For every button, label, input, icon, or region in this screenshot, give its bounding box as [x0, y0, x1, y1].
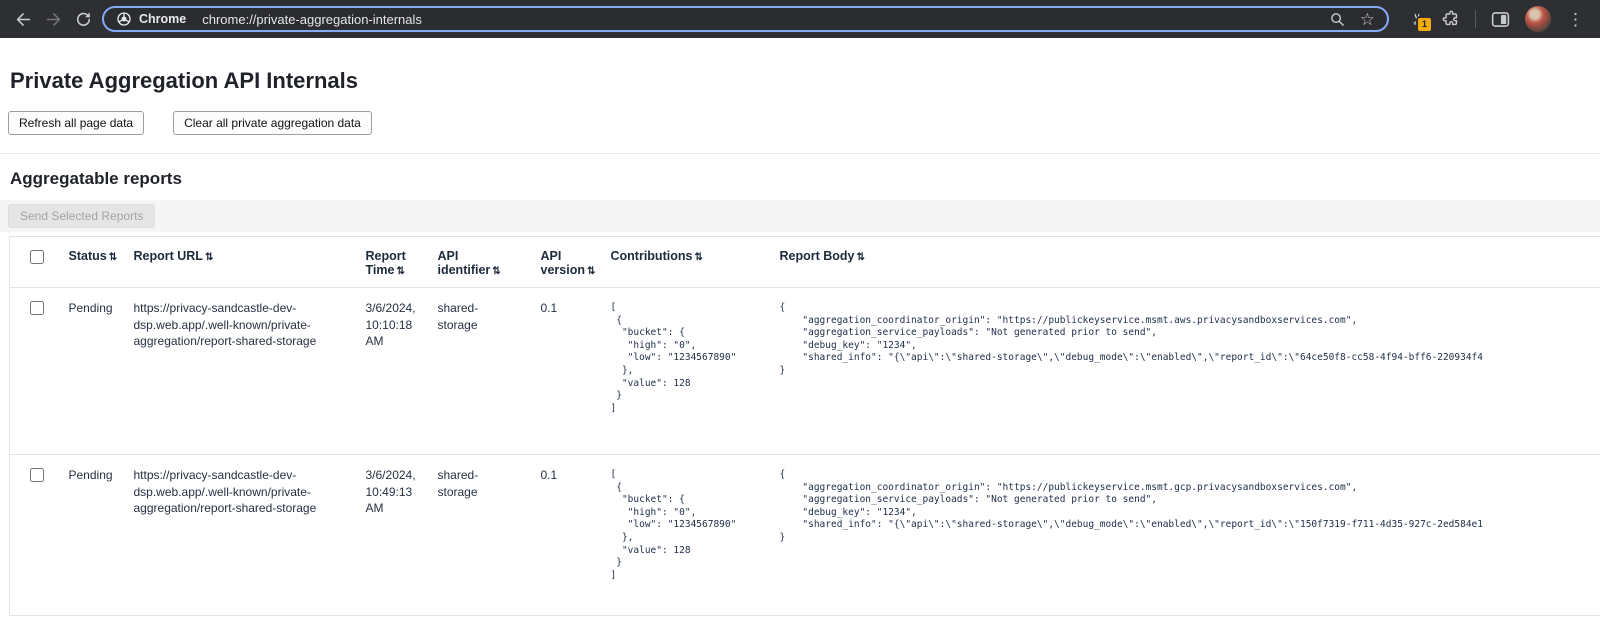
forward-button[interactable]: [38, 4, 68, 34]
section-divider: [0, 153, 1600, 154]
send-selected-reports-button[interactable]: Send Selected Reports: [8, 204, 155, 228]
select-all-checkbox[interactable]: [30, 250, 44, 264]
toolbar-separator: [1475, 10, 1476, 28]
api-identifier-cell: shared-storage: [438, 455, 541, 616]
report-time-cell: 3/6/2024, 10:49:13 AM: [366, 455, 438, 616]
zoom-icon[interactable]: [1329, 11, 1346, 28]
chrome-logo-icon: [116, 11, 132, 27]
report-body-cell: { "aggregation_coordinator_origin": "htt…: [780, 455, 1600, 616]
bookmark-star-icon[interactable]: ☆: [1360, 11, 1375, 28]
browser-menu-icon[interactable]: ⋮: [1565, 11, 1586, 28]
column-header-status[interactable]: Status⇅: [69, 237, 134, 288]
sort-icon: ⇅: [857, 252, 865, 263]
sort-icon: ⇅: [492, 266, 500, 277]
sort-icon: ⇅: [396, 266, 404, 277]
back-arrow-icon: [14, 10, 33, 29]
status-cell: Pending: [69, 288, 134, 455]
column-header-api-identifier[interactable]: API identifier⇅: [438, 237, 541, 288]
row-select-cell: [10, 288, 69, 455]
side-panel-icon[interactable]: [1490, 9, 1511, 30]
browser-toolbar: Chrome chrome://private-aggregation-inte…: [0, 0, 1600, 38]
report-url-cell: https://privacy-sandcastle-dev-dsp.web.a…: [134, 455, 366, 616]
toolbar-right-cluster: ✂ 1 ⋮: [1397, 6, 1592, 32]
sort-icon: ⇅: [109, 252, 117, 263]
address-bar[interactable]: Chrome chrome://private-aggregation-inte…: [102, 6, 1389, 32]
column-header-contributions[interactable]: Contributions⇅: [611, 237, 780, 288]
report-url-cell: https://privacy-sandcastle-dev-dsp.web.a…: [134, 288, 366, 455]
scissors-extension-icon[interactable]: ✂ 1: [1407, 8, 1427, 30]
contributions-cell: [ { "bucket": { "high": "0", "low": "123…: [611, 455, 780, 616]
forward-arrow-icon: [44, 10, 63, 29]
sort-icon: ⇅: [205, 252, 213, 263]
row-checkbox[interactable]: [30, 468, 44, 482]
reload-button[interactable]: [68, 4, 98, 34]
url-text[interactable]: chrome://private-aggregation-internals: [202, 12, 1315, 27]
clear-all-button[interactable]: Clear all private aggregation data: [173, 111, 372, 135]
column-header-report-body[interactable]: Report Body⇅: [780, 237, 1600, 288]
column-header-api-version[interactable]: API version⇅: [541, 237, 611, 288]
report-body-json: { "aggregation_coordinator_origin": "htt…: [780, 469, 1600, 545]
refresh-all-button[interactable]: Refresh all page data: [8, 111, 144, 135]
table-row: Pending https://privacy-sandcastle-dev-d…: [10, 455, 1600, 616]
report-time-cell: 3/6/2024, 10:10:18 AM: [366, 288, 438, 455]
report-body-cell: { "aggregation_coordinator_origin": "htt…: [780, 288, 1600, 455]
row-checkbox[interactable]: [30, 301, 44, 315]
column-header-report-time[interactable]: Report Time⇅: [366, 237, 438, 288]
sort-icon: ⇅: [587, 266, 595, 277]
contributions-cell: [ { "bucket": { "high": "0", "low": "123…: [611, 288, 780, 455]
table-row: Pending https://privacy-sandcastle-dev-d…: [10, 288, 1600, 455]
page-title: Private Aggregation API Internals: [10, 68, 1600, 94]
api-version-cell: 0.1: [541, 455, 611, 616]
status-cell: Pending: [69, 455, 134, 616]
sort-icon: ⇅: [694, 252, 702, 263]
site-chip-label: Chrome: [139, 12, 186, 26]
report-body-json: { "aggregation_coordinator_origin": "htt…: [780, 302, 1600, 378]
site-chip: Chrome: [116, 11, 186, 27]
reports-toolbar-strip: Send Selected Reports: [0, 200, 1600, 232]
back-button[interactable]: [8, 4, 38, 34]
reload-icon: [74, 10, 93, 29]
api-identifier-cell: shared-storage: [438, 288, 541, 455]
contributions-json: [ { "bucket": { "high": "0", "low": "123…: [611, 469, 768, 582]
profile-avatar[interactable]: [1525, 6, 1551, 32]
column-header-report-url[interactable]: Report URL⇅: [134, 237, 366, 288]
api-version-cell: 0.1: [541, 288, 611, 455]
page-actions: Refresh all page data Clear all private …: [8, 111, 1600, 135]
row-select-cell: [10, 455, 69, 616]
aggregatable-reports-heading: Aggregatable reports: [10, 169, 1600, 189]
extension-badge: 1: [1416, 16, 1433, 33]
table-header-row: Status⇅ Report URL⇅ Report Time⇅ API ide…: [10, 237, 1600, 288]
select-all-cell: [10, 237, 69, 288]
extensions-puzzle-icon[interactable]: [1441, 9, 1461, 29]
aggregatable-reports-table: Status⇅ Report URL⇅ Report Time⇅ API ide…: [9, 236, 1600, 616]
contributions-json: [ { "bucket": { "high": "0", "low": "123…: [611, 302, 768, 415]
